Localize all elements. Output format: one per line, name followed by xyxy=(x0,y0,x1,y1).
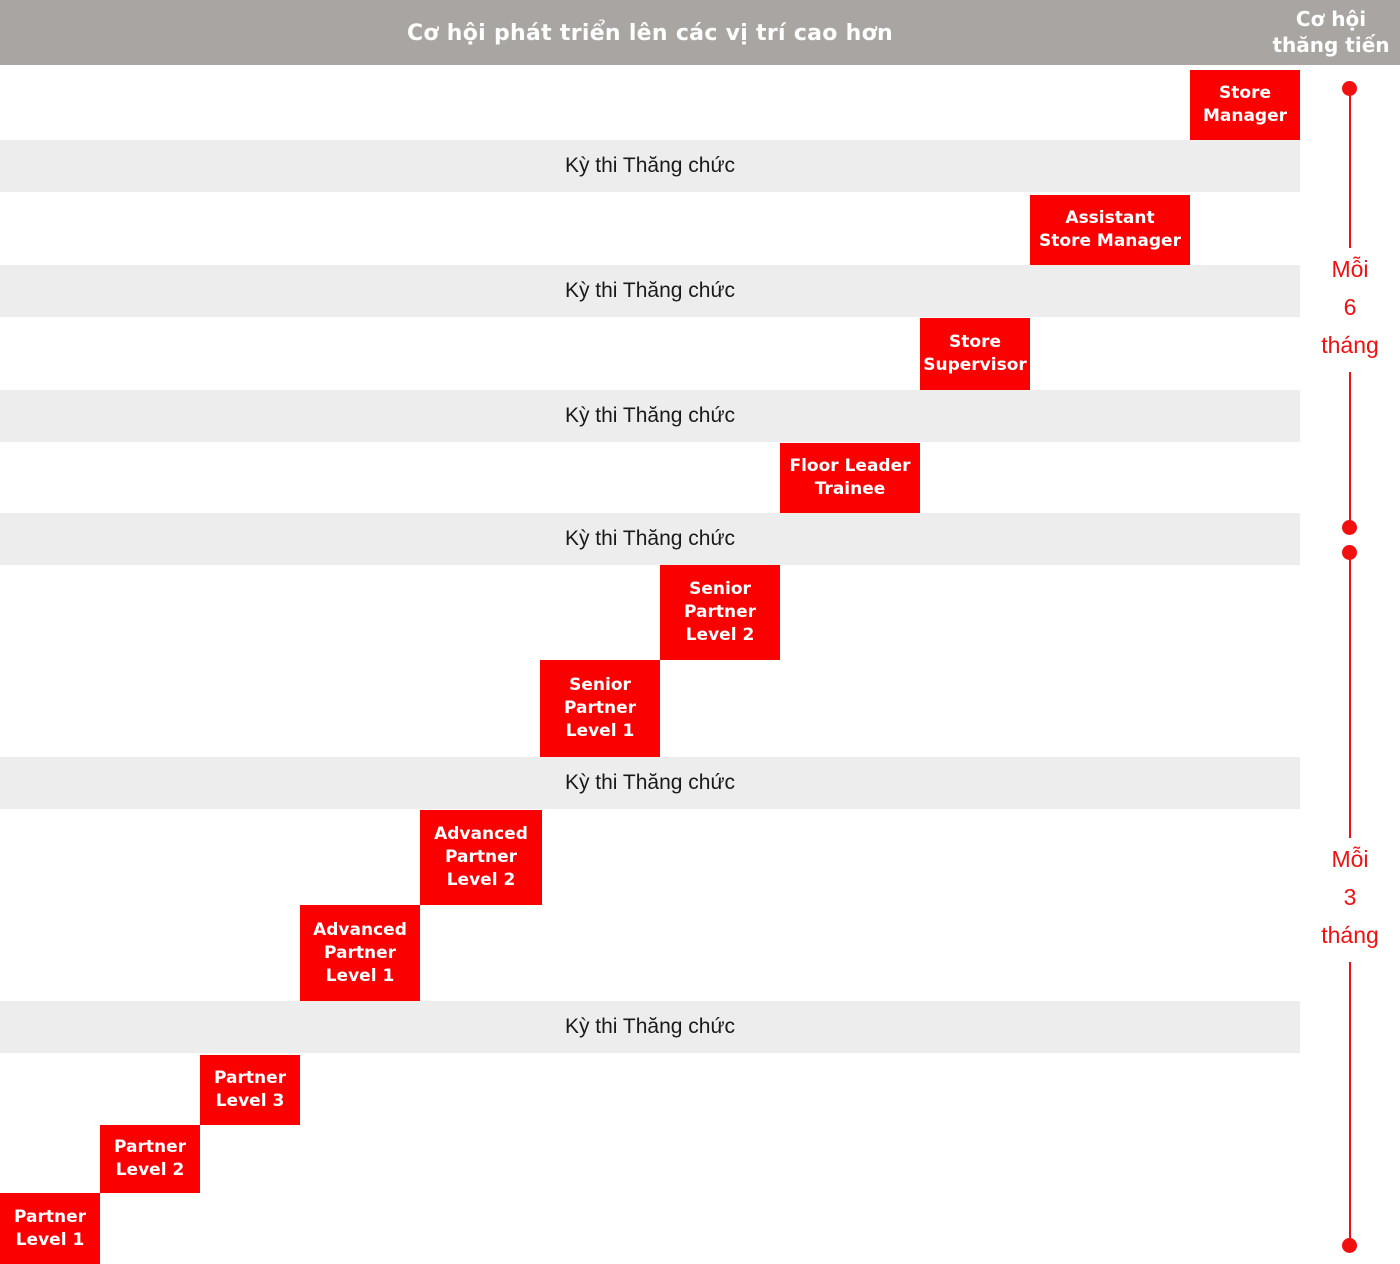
career-path-diagram: Cơ hội phát triển lên các vị trí cao hơn… xyxy=(0,0,1400,1264)
role-label-line: Partner xyxy=(113,1137,186,1157)
timeline-dot xyxy=(1342,81,1357,96)
role-box-advanced-partner-level-1[interactable]: Advanced Partner Level 1 xyxy=(300,905,420,1001)
exam-stripe: Kỳ thi Thăng chức xyxy=(0,140,1300,192)
role-label-line: Supervisor xyxy=(923,355,1027,375)
timeline-dot xyxy=(1342,520,1357,535)
role-label-line: Partner xyxy=(13,1206,86,1227)
exam-label: Kỳ thi Thăng chức xyxy=(564,527,736,550)
timeline-label-every-6-months: Mỗi 6 tháng xyxy=(1300,250,1400,364)
timeline-line-segment xyxy=(1349,372,1351,530)
role-label-line: Senior xyxy=(689,579,751,599)
role-box-partner-level-1[interactable]: Partner Level 1 xyxy=(0,1193,100,1264)
role-box-partner-level-3[interactable]: Partner Level 3 xyxy=(200,1055,300,1125)
promotion-opportunity-heading: Cơ hội thăng tiến xyxy=(1262,6,1400,58)
role-label-line: Store xyxy=(949,332,1001,352)
page-title: Cơ hội phát triển lên các vị trí cao hơn xyxy=(406,21,894,46)
role-label-line: Senior xyxy=(569,675,631,695)
role-label-line: Floor Leader xyxy=(789,456,911,476)
role-box-store-manager[interactable]: Store Manager xyxy=(1190,70,1300,140)
role-label-line: Partner xyxy=(563,698,636,718)
role-label-line: Store Manager xyxy=(1039,231,1181,251)
role-box-floor-leader-trainee[interactable]: Floor Leader Trainee xyxy=(780,443,920,513)
role-label-line: Partner xyxy=(213,1068,286,1088)
exam-stripe: Kỳ thi Thăng chức xyxy=(0,757,1300,809)
role-label-line: Level 2 xyxy=(685,625,755,645)
role-label-line: Partner xyxy=(323,942,396,963)
promotion-heading-line-2: thăng tiến xyxy=(1272,33,1390,57)
role-label-line: Level 3 xyxy=(215,1091,285,1111)
role-box-senior-partner-level-1[interactable]: Senior Partner Level 1 xyxy=(540,660,660,757)
timeline-dot xyxy=(1342,545,1357,560)
role-label-line: Partner xyxy=(683,602,756,622)
role-box-advanced-partner-level-2[interactable]: Advanced Partner Level 2 xyxy=(420,810,542,905)
role-label-line: Trainee xyxy=(814,479,886,499)
exam-label: Kỳ thi Thăng chức xyxy=(564,404,736,427)
exam-label: Kỳ thi Thăng chức xyxy=(564,154,736,177)
role-label-line: Level 2 xyxy=(446,870,516,890)
role-label-line: Manager xyxy=(1202,106,1288,126)
role-box-store-supervisor[interactable]: Store Supervisor xyxy=(920,318,1030,390)
exam-label: Kỳ thi Thăng chức xyxy=(564,1015,736,1038)
timeline-label-line: tháng xyxy=(1321,922,1379,948)
exam-stripe: Kỳ thi Thăng chức xyxy=(0,265,1300,317)
timeline-line-segment xyxy=(1349,552,1351,838)
role-label-line: Level 1 xyxy=(565,721,635,741)
exam-stripe: Kỳ thi Thăng chức xyxy=(0,513,1300,565)
role-label-line: Level 1 xyxy=(325,965,395,986)
timeline-label-line: 3 xyxy=(1343,884,1357,910)
timeline-line-segment xyxy=(1349,95,1351,248)
role-label-line: Level 2 xyxy=(115,1160,185,1180)
role-label-line: Level 1 xyxy=(15,1229,85,1250)
role-label-line: Store xyxy=(1219,83,1271,103)
promotion-heading-line-1: Cơ hội xyxy=(1295,7,1367,31)
role-box-assistant-store-manager[interactable]: Assistant Store Manager xyxy=(1030,195,1190,265)
timeline-label-line: Mỗi xyxy=(1331,846,1369,872)
role-label-line: Advanced xyxy=(313,919,407,940)
exam-label: Kỳ thi Thăng chức xyxy=(564,279,736,302)
role-label-line: Partner xyxy=(444,847,517,867)
timeline-label-line: Mỗi xyxy=(1331,256,1369,282)
exam-label: Kỳ thi Thăng chức xyxy=(564,771,736,794)
timeline-line-segment xyxy=(1349,962,1351,1250)
timeline-label-every-3-months: Mỗi 3 tháng xyxy=(1300,840,1400,954)
exam-stripe: Kỳ thi Thăng chức xyxy=(0,1001,1300,1053)
role-box-partner-level-2[interactable]: Partner Level 2 xyxy=(100,1125,200,1193)
timeline-label-line: tháng xyxy=(1321,332,1379,358)
exam-stripe: Kỳ thi Thăng chức xyxy=(0,390,1300,442)
timeline-label-line: 6 xyxy=(1343,294,1357,320)
role-label-line: Advanced xyxy=(434,824,528,844)
timeline-dot xyxy=(1342,1238,1357,1253)
role-label-line: Assistant xyxy=(1065,208,1155,228)
role-box-senior-partner-level-2[interactable]: Senior Partner Level 2 xyxy=(660,565,780,660)
